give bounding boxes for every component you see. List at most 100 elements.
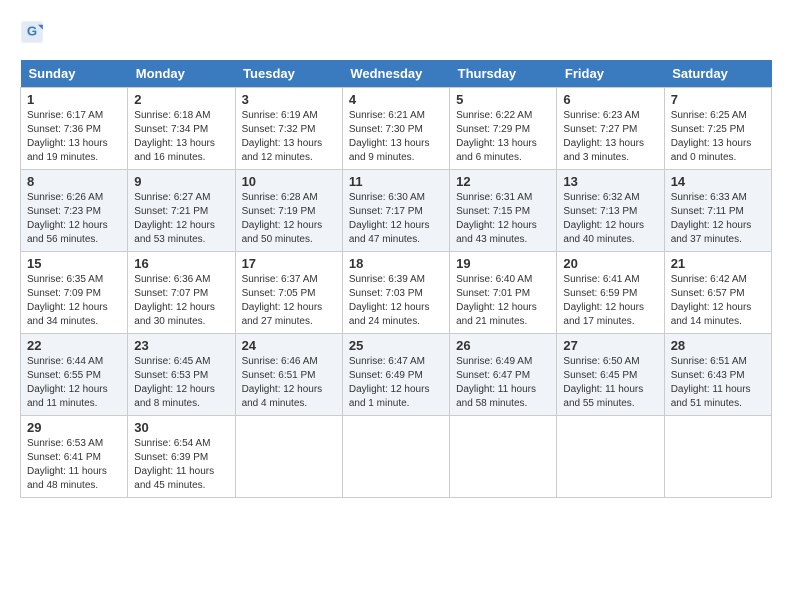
day-number: 7 <box>671 92 765 107</box>
calendar-day-cell: 23 Sunrise: 6:45 AM Sunset: 6:53 PM Dayl… <box>128 334 235 416</box>
calendar-week-row: 22 Sunrise: 6:44 AM Sunset: 6:55 PM Dayl… <box>21 334 772 416</box>
calendar-header-row: SundayMondayTuesdayWednesdayThursdayFrid… <box>21 60 772 88</box>
day-number: 22 <box>27 338 121 353</box>
calendar-table: SundayMondayTuesdayWednesdayThursdayFrid… <box>20 60 772 498</box>
day-info: Sunrise: 6:45 AM Sunset: 6:53 PM Dayligh… <box>134 355 228 411</box>
calendar-day-cell: 17 Sunrise: 6:37 AM Sunset: 7:05 PM Dayl… <box>235 252 342 334</box>
calendar-day-cell: 4 Sunrise: 6:21 AM Sunset: 7:30 PM Dayli… <box>342 88 449 170</box>
day-info: Sunrise: 6:19 AM Sunset: 7:32 PM Dayligh… <box>242 109 336 165</box>
calendar-day-cell: 30 Sunrise: 6:54 AM Sunset: 6:39 PM Dayl… <box>128 416 235 498</box>
calendar-day-cell: 2 Sunrise: 6:18 AM Sunset: 7:34 PM Dayli… <box>128 88 235 170</box>
day-number: 11 <box>349 174 443 189</box>
day-number: 28 <box>671 338 765 353</box>
day-info: Sunrise: 6:21 AM Sunset: 7:30 PM Dayligh… <box>349 109 443 165</box>
day-number: 13 <box>563 174 657 189</box>
logo-icon: G <box>20 20 44 44</box>
day-of-week-header: Friday <box>557 60 664 88</box>
day-of-week-header: Tuesday <box>235 60 342 88</box>
day-info: Sunrise: 6:32 AM Sunset: 7:13 PM Dayligh… <box>563 191 657 247</box>
day-number: 9 <box>134 174 228 189</box>
day-number: 25 <box>349 338 443 353</box>
calendar-day-cell: 6 Sunrise: 6:23 AM Sunset: 7:27 PM Dayli… <box>557 88 664 170</box>
day-info: Sunrise: 6:44 AM Sunset: 6:55 PM Dayligh… <box>27 355 121 411</box>
day-number: 12 <box>456 174 550 189</box>
day-info: Sunrise: 6:33 AM Sunset: 7:11 PM Dayligh… <box>671 191 765 247</box>
day-info: Sunrise: 6:49 AM Sunset: 6:47 PM Dayligh… <box>456 355 550 411</box>
day-info: Sunrise: 6:27 AM Sunset: 7:21 PM Dayligh… <box>134 191 228 247</box>
calendar-day-cell <box>664 416 771 498</box>
day-info: Sunrise: 6:39 AM Sunset: 7:03 PM Dayligh… <box>349 273 443 329</box>
day-info: Sunrise: 6:46 AM Sunset: 6:51 PM Dayligh… <box>242 355 336 411</box>
calendar-day-cell <box>235 416 342 498</box>
calendar-week-row: 15 Sunrise: 6:35 AM Sunset: 7:09 PM Dayl… <box>21 252 772 334</box>
day-number: 17 <box>242 256 336 271</box>
day-of-week-header: Sunday <box>21 60 128 88</box>
day-number: 21 <box>671 256 765 271</box>
day-number: 4 <box>349 92 443 107</box>
day-info: Sunrise: 6:35 AM Sunset: 7:09 PM Dayligh… <box>27 273 121 329</box>
calendar-day-cell: 28 Sunrise: 6:51 AM Sunset: 6:43 PM Dayl… <box>664 334 771 416</box>
day-info: Sunrise: 6:36 AM Sunset: 7:07 PM Dayligh… <box>134 273 228 329</box>
page-header: G <box>20 20 772 44</box>
calendar-day-cell: 5 Sunrise: 6:22 AM Sunset: 7:29 PM Dayli… <box>450 88 557 170</box>
calendar-day-cell: 8 Sunrise: 6:26 AM Sunset: 7:23 PM Dayli… <box>21 170 128 252</box>
calendar-day-cell: 18 Sunrise: 6:39 AM Sunset: 7:03 PM Dayl… <box>342 252 449 334</box>
day-of-week-header: Wednesday <box>342 60 449 88</box>
calendar-day-cell <box>557 416 664 498</box>
day-number: 3 <box>242 92 336 107</box>
day-number: 16 <box>134 256 228 271</box>
calendar-day-cell: 16 Sunrise: 6:36 AM Sunset: 7:07 PM Dayl… <box>128 252 235 334</box>
day-number: 20 <box>563 256 657 271</box>
day-info: Sunrise: 6:17 AM Sunset: 7:36 PM Dayligh… <box>27 109 121 165</box>
day-info: Sunrise: 6:42 AM Sunset: 6:57 PM Dayligh… <box>671 273 765 329</box>
day-of-week-header: Saturday <box>664 60 771 88</box>
day-number: 5 <box>456 92 550 107</box>
day-number: 19 <box>456 256 550 271</box>
day-number: 26 <box>456 338 550 353</box>
day-number: 23 <box>134 338 228 353</box>
calendar-day-cell: 29 Sunrise: 6:53 AM Sunset: 6:41 PM Dayl… <box>21 416 128 498</box>
day-number: 8 <box>27 174 121 189</box>
day-info: Sunrise: 6:31 AM Sunset: 7:15 PM Dayligh… <box>456 191 550 247</box>
calendar-day-cell: 7 Sunrise: 6:25 AM Sunset: 7:25 PM Dayli… <box>664 88 771 170</box>
calendar-day-cell: 21 Sunrise: 6:42 AM Sunset: 6:57 PM Dayl… <box>664 252 771 334</box>
day-number: 15 <box>27 256 121 271</box>
calendar-week-row: 29 Sunrise: 6:53 AM Sunset: 6:41 PM Dayl… <box>21 416 772 498</box>
calendar-day-cell: 13 Sunrise: 6:32 AM Sunset: 7:13 PM Dayl… <box>557 170 664 252</box>
day-number: 6 <box>563 92 657 107</box>
calendar-day-cell: 12 Sunrise: 6:31 AM Sunset: 7:15 PM Dayl… <box>450 170 557 252</box>
day-info: Sunrise: 6:51 AM Sunset: 6:43 PM Dayligh… <box>671 355 765 411</box>
day-number: 29 <box>27 420 121 435</box>
day-number: 2 <box>134 92 228 107</box>
day-info: Sunrise: 6:23 AM Sunset: 7:27 PM Dayligh… <box>563 109 657 165</box>
day-number: 30 <box>134 420 228 435</box>
calendar-week-row: 8 Sunrise: 6:26 AM Sunset: 7:23 PM Dayli… <box>21 170 772 252</box>
calendar-day-cell: 20 Sunrise: 6:41 AM Sunset: 6:59 PM Dayl… <box>557 252 664 334</box>
day-info: Sunrise: 6:47 AM Sunset: 6:49 PM Dayligh… <box>349 355 443 411</box>
calendar-day-cell: 27 Sunrise: 6:50 AM Sunset: 6:45 PM Dayl… <box>557 334 664 416</box>
calendar-day-cell: 25 Sunrise: 6:47 AM Sunset: 6:49 PM Dayl… <box>342 334 449 416</box>
day-info: Sunrise: 6:25 AM Sunset: 7:25 PM Dayligh… <box>671 109 765 165</box>
calendar-day-cell: 15 Sunrise: 6:35 AM Sunset: 7:09 PM Dayl… <box>21 252 128 334</box>
day-number: 1 <box>27 92 121 107</box>
day-info: Sunrise: 6:50 AM Sunset: 6:45 PM Dayligh… <box>563 355 657 411</box>
calendar-day-cell: 22 Sunrise: 6:44 AM Sunset: 6:55 PM Dayl… <box>21 334 128 416</box>
day-number: 24 <box>242 338 336 353</box>
calendar-day-cell: 26 Sunrise: 6:49 AM Sunset: 6:47 PM Dayl… <box>450 334 557 416</box>
day-number: 18 <box>349 256 443 271</box>
day-info: Sunrise: 6:26 AM Sunset: 7:23 PM Dayligh… <box>27 191 121 247</box>
calendar-day-cell: 10 Sunrise: 6:28 AM Sunset: 7:19 PM Dayl… <box>235 170 342 252</box>
day-info: Sunrise: 6:41 AM Sunset: 6:59 PM Dayligh… <box>563 273 657 329</box>
logo: G <box>20 20 48 44</box>
day-info: Sunrise: 6:22 AM Sunset: 7:29 PM Dayligh… <box>456 109 550 165</box>
calendar-day-cell: 24 Sunrise: 6:46 AM Sunset: 6:51 PM Dayl… <box>235 334 342 416</box>
day-number: 14 <box>671 174 765 189</box>
calendar-day-cell: 14 Sunrise: 6:33 AM Sunset: 7:11 PM Dayl… <box>664 170 771 252</box>
calendar-week-row: 1 Sunrise: 6:17 AM Sunset: 7:36 PM Dayli… <box>21 88 772 170</box>
day-info: Sunrise: 6:37 AM Sunset: 7:05 PM Dayligh… <box>242 273 336 329</box>
calendar-day-cell <box>450 416 557 498</box>
day-of-week-header: Thursday <box>450 60 557 88</box>
calendar-day-cell: 19 Sunrise: 6:40 AM Sunset: 7:01 PM Dayl… <box>450 252 557 334</box>
day-info: Sunrise: 6:30 AM Sunset: 7:17 PM Dayligh… <box>349 191 443 247</box>
calendar-day-cell: 9 Sunrise: 6:27 AM Sunset: 7:21 PM Dayli… <box>128 170 235 252</box>
